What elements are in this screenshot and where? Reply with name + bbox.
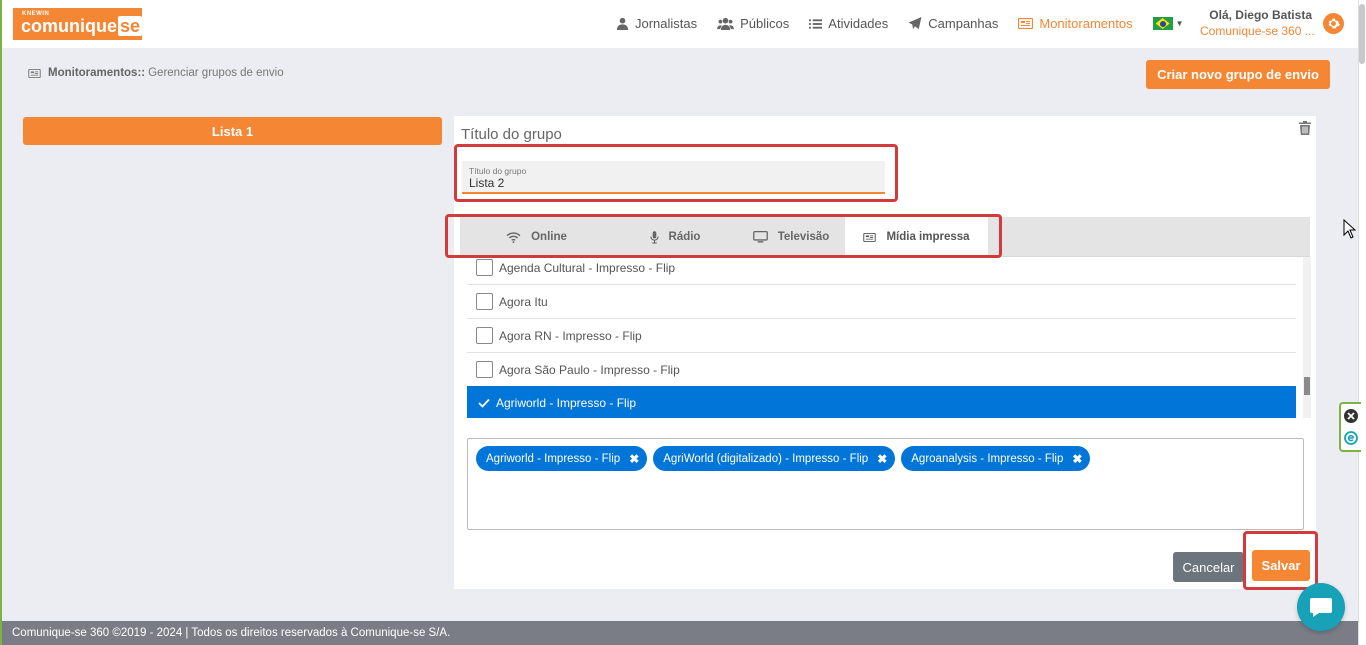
nav-label: Jornalistas: [635, 16, 698, 31]
delete-group-button[interactable]: [1299, 121, 1311, 138]
chat-bubble-icon: [1310, 598, 1332, 617]
nav-campanhas[interactable]: Campanhas: [908, 16, 998, 31]
list-item[interactable]: Agenda Cultural - Impresso - Flip: [467, 257, 1296, 285]
window-scrollbar[interactable]: [1358, 0, 1366, 645]
list-item[interactable]: Agora São Paulo - Impresso - Flip: [467, 353, 1296, 387]
chevron-down-icon[interactable]: ▼: [1176, 19, 1184, 28]
selected-media-box: Agriworld - Impresso - Flip ✖ AgriWorld …: [467, 438, 1304, 530]
list-icon: [809, 18, 823, 29]
selected-chip[interactable]: Agriworld - Impresso - Flip ✖: [476, 446, 648, 471]
top-header: KNEWIN comunique se Jornalistas Públicos …: [2, 0, 1358, 48]
nav-label: Campanhas: [928, 16, 999, 31]
list-item-selected[interactable]: Agriworld - Impresso - Flip: [467, 386, 1296, 418]
window-scrollbar-thumb[interactable]: [1359, 4, 1365, 64]
settings-button[interactable]: [1323, 13, 1344, 34]
breadcrumb: Monitoramentos:: Gerenciar grupos de env…: [28, 67, 284, 79]
gear-icon: [1328, 18, 1340, 29]
cancel-button[interactable]: Cancelar: [1173, 552, 1244, 582]
user-organization: Comunique-se 360 ...: [1200, 24, 1315, 38]
chip-label: AgriWorld (digitalizado) - Impresso - Fl…: [663, 452, 869, 465]
list-item[interactable]: Agora Itu: [467, 285, 1296, 319]
footer: Comunique-se 360 ©2019 - 2024 | Todos os…: [2, 621, 1358, 645]
scrollbar-thumb[interactable]: [1304, 377, 1310, 395]
nav-monitoramentos[interactable]: Monitoramentos: [1018, 16, 1133, 31]
highlight-tabs: [445, 214, 1002, 258]
selected-chip[interactable]: Agroanalysis - Impresso - Flip ✖: [901, 446, 1091, 471]
nav-atividades[interactable]: Atividades: [809, 16, 888, 31]
breadcrumb-section[interactable]: Monitoramentos::: [48, 67, 145, 79]
users-icon: [717, 17, 734, 30]
checkbox[interactable]: [476, 293, 493, 310]
highlight-save: [1243, 531, 1318, 590]
checkmark-icon[interactable]: [478, 398, 490, 408]
side-widget[interactable]: [1339, 402, 1361, 452]
nav-label: Atividades: [828, 16, 889, 31]
list-item-label: Agriworld - Impresso - Flip: [496, 396, 637, 410]
checkbox[interactable]: [476, 259, 493, 276]
panel-title: Título do grupo: [461, 126, 562, 143]
checkbox[interactable]: [476, 361, 493, 378]
nav-publicos[interactable]: Públicos: [717, 16, 789, 31]
breadcrumb-page: Gerenciar grupos de envio: [148, 67, 284, 79]
paper-plane-icon: [908, 17, 922, 30]
create-group-button[interactable]: Criar novo grupo de envio: [1146, 60, 1330, 89]
checkbox[interactable]: [476, 327, 493, 344]
window-left-border: [0, 0, 2, 645]
close-icon[interactable]: ✖: [1072, 452, 1082, 466]
brand-logo[interactable]: KNEWIN comunique se: [13, 8, 143, 40]
newspaper-icon: [28, 68, 41, 78]
main-nav: Jornalistas Públicos Atividades Campanha…: [616, 16, 1200, 31]
chat-button[interactable]: [1297, 583, 1345, 631]
nav-label: Públicos: [740, 16, 790, 31]
logo-brand-main: comunique se: [21, 16, 143, 36]
media-list-scrollbar[interactable]: [1303, 257, 1311, 418]
nav-label: Monitoramentos: [1039, 16, 1133, 31]
list-item[interactable]: Agora RN - Impresso - Flip: [467, 319, 1296, 353]
close-icon[interactable]: ✖: [629, 452, 639, 466]
extension-icon[interactable]: [1344, 431, 1358, 445]
group-list-item[interactable]: Lista 1: [23, 117, 442, 145]
chip-label: Agriworld - Impresso - Flip: [486, 452, 621, 465]
selected-chip[interactable]: AgriWorld (digitalizado) - Impresso - Fl…: [653, 446, 896, 471]
user-menu[interactable]: Olá, Diego Batista Comunique-se 360 ...: [1200, 8, 1315, 38]
list-item-label: Agora São Paulo - Impresso - Flip: [499, 362, 680, 377]
close-icon[interactable]: ✖: [877, 452, 887, 466]
highlight-title-field: [454, 144, 898, 202]
media-list: Agenda Cultural - Impresso - Flip Agora …: [467, 257, 1303, 418]
chip-label: Agroanalysis - Impresso - Flip: [911, 452, 1064, 465]
list-item-label: Agora RN - Impresso - Flip: [499, 328, 642, 343]
mouse-cursor-icon: [1343, 219, 1356, 239]
user-greeting: Olá, Diego Batista: [1209, 8, 1312, 22]
list-item-label: Agenda Cultural - Impresso - Flip: [499, 260, 676, 275]
nav-jornalistas[interactable]: Jornalistas: [616, 16, 697, 31]
trash-icon: [1299, 121, 1311, 135]
close-icon[interactable]: [1344, 409, 1358, 423]
brazil-flag-icon[interactable]: [1152, 17, 1173, 30]
list-item-label: Agora Itu: [499, 294, 548, 309]
user-icon: [616, 17, 629, 30]
newspaper-icon: [1018, 18, 1034, 29]
selected-chips: Agriworld - Impresso - Flip ✖ AgriWorld …: [476, 446, 1096, 471]
